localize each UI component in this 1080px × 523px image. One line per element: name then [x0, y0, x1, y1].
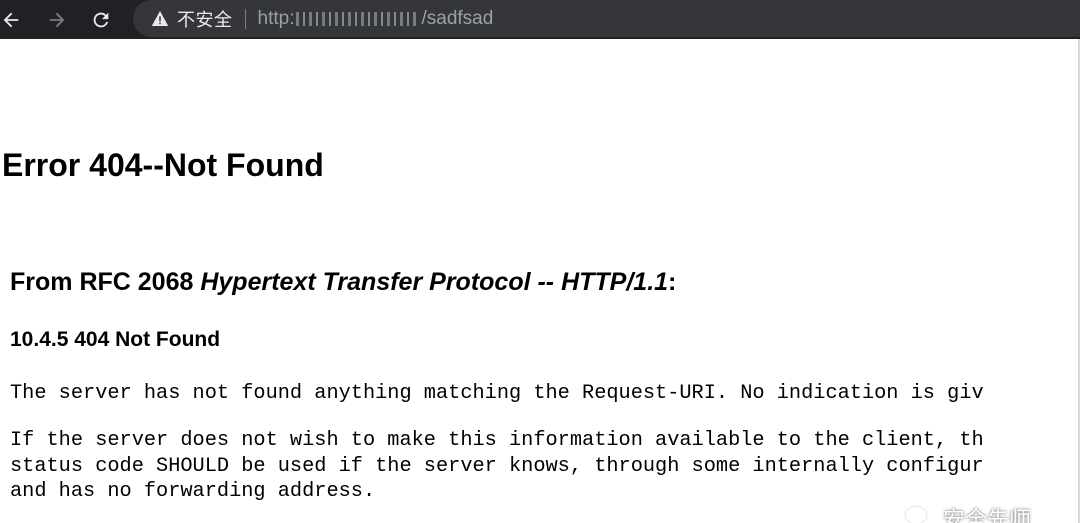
section-heading: 10.4.5 404 Not Found	[10, 328, 221, 351]
paragraph-2-line-3: and has no forwarding address.	[10, 480, 376, 503]
address-divider	[244, 8, 246, 29]
paragraph-2-line-1: If the server does not wish to make this…	[10, 429, 984, 452]
paragraph-1: The server has not found anything matchi…	[10, 382, 984, 405]
forward-button[interactable]	[40, 3, 74, 37]
watermark: 安全先师	[903, 502, 1031, 523]
url-text[interactable]: http: /sadfsad	[258, 8, 494, 30]
page-title: Error 404--Not Found	[2, 147, 324, 183]
url-prefix: http:	[257, 7, 295, 29]
back-button[interactable]	[0, 3, 28, 37]
warning-icon[interactable]	[151, 10, 169, 28]
arrow-left-icon	[3, 12, 19, 27]
address-bar[interactable]: 不安全 http: /sadfsad	[133, 0, 1080, 37]
watermark-text: 安全先师	[943, 508, 1032, 523]
browser-toolbar: 不安全 http: /sadfsad	[0, 0, 1080, 39]
url-path: /sadfsad	[421, 7, 494, 29]
security-status-label[interactable]: 不安全	[177, 6, 233, 32]
rfc-title: Hypertext Transfer Protocol -- HTTP/1.1	[200, 268, 669, 296]
url-redacted-host	[296, 11, 420, 26]
reload-button[interactable]	[84, 3, 118, 37]
rfc-suffix: :	[668, 268, 677, 296]
page-content: Error 404--Not Found From RFC 2068 Hyper…	[0, 39, 1080, 523]
reload-icon	[93, 12, 109, 27]
rfc-heading: From RFC 2068 Hypertext Transfer Protoco…	[10, 268, 676, 297]
rfc-prefix: From RFC 2068	[10, 268, 201, 296]
chat-bubble-icon	[903, 504, 936, 523]
paragraph-2: If the server does not wish to make this…	[10, 428, 984, 505]
paragraph-2-line-2: status code SHOULD be used if the server…	[10, 454, 984, 478]
arrow-right-icon	[49, 12, 65, 27]
